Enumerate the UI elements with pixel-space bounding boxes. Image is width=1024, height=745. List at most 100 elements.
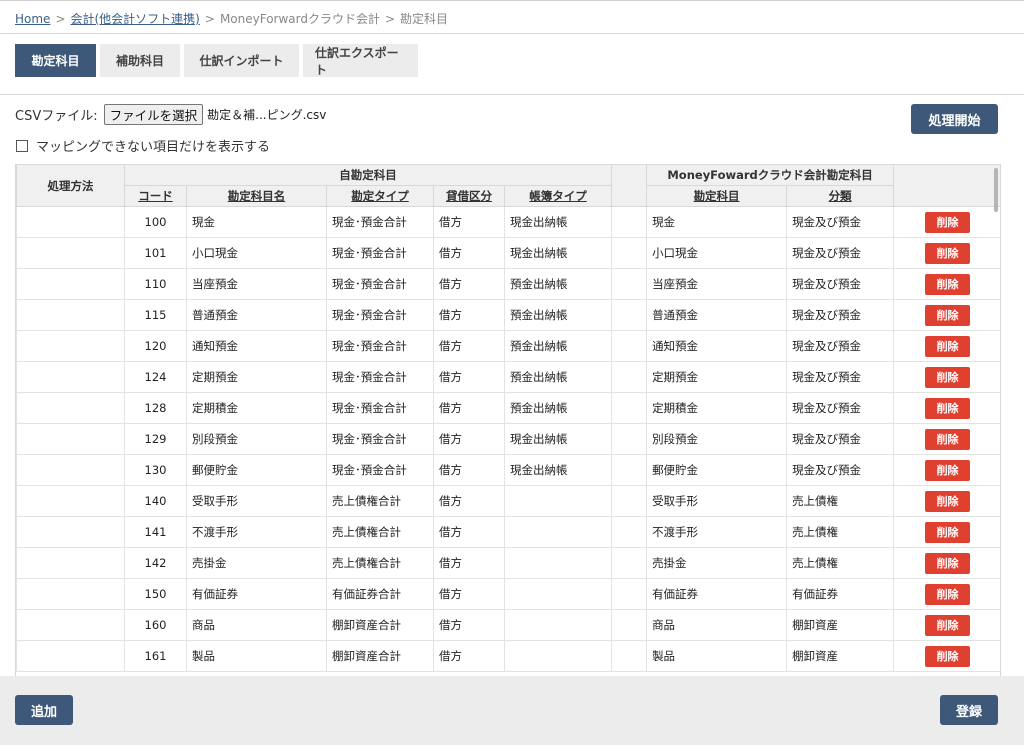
cell-book-type bbox=[503, 609, 613, 641]
cell-mf-account: 定期預金 bbox=[646, 361, 788, 393]
cell-debit-credit: 借方 bbox=[433, 299, 505, 331]
col-book-type[interactable]: 帳簿タイプ bbox=[503, 185, 613, 207]
cell-debit-credit: 借方 bbox=[433, 640, 505, 672]
table-row: 130 郵便貯金 現金･預金合計 借方 現金出納帳 郵便貯金 現金及び預金 削除 bbox=[16, 454, 1000, 486]
col-account-type[interactable]: 勘定タイプ bbox=[326, 185, 434, 207]
cell-book-type: 預金出納帳 bbox=[503, 330, 613, 362]
cell-account-name: 不渡手形 bbox=[186, 516, 327, 548]
cell-account-name: 小口現金 bbox=[186, 237, 327, 269]
file-name: 勘定＆補...ピング.csv bbox=[207, 108, 327, 122]
cell-mf-class: 売上債権 bbox=[786, 516, 895, 548]
delete-button[interactable]: 削除 bbox=[925, 242, 971, 264]
col-mf-account[interactable]: 勘定科目 bbox=[646, 185, 788, 207]
cell-mf-class: 棚卸資産 bbox=[786, 640, 895, 672]
file-select-button[interactable]: ファイルを選択 bbox=[103, 104, 204, 125]
cell-mf-class: 現金及び預金 bbox=[786, 454, 895, 486]
delete-button[interactable]: 削除 bbox=[925, 335, 971, 357]
cell-mf-account: 郵便貯金 bbox=[646, 454, 788, 486]
mapping-table: 処理方法 自勘定科目 MoneyFowardクラウド会計勘定科目 コード 勘定科… bbox=[16, 164, 1000, 672]
breadcrumb-separator: > bbox=[55, 12, 66, 26]
breadcrumb-separator: > bbox=[384, 12, 396, 26]
cell-book-type: 現金出納帳 bbox=[503, 206, 613, 238]
cell-account-type: 棚卸資産合計 bbox=[326, 640, 434, 672]
delete-button[interactable]: 削除 bbox=[925, 397, 971, 419]
cell-account-type: 売上債権合計 bbox=[326, 516, 434, 548]
table-row: 140 受取手形 売上債権合計 借方 受取手形 売上債権 削除 bbox=[16, 485, 1000, 517]
delete-button[interactable]: 削除 bbox=[925, 304, 971, 326]
cell-account-name: 製品 bbox=[186, 640, 327, 672]
cell-account-type: 現金･預金合計 bbox=[326, 423, 434, 455]
cell-account-name: 有価証券 bbox=[186, 578, 327, 610]
cell-book-type: 預金出納帳 bbox=[503, 361, 613, 393]
col-mf-class[interactable]: 分類 bbox=[786, 185, 895, 207]
cell-mf-class: 有価証券 bbox=[786, 578, 895, 610]
cell-debit-credit: 借方 bbox=[433, 206, 505, 238]
breadcrumb-accounting-link[interactable]: 会計(他会計ソフト連携) bbox=[71, 12, 200, 26]
add-button[interactable]: 追加 bbox=[15, 695, 73, 725]
table-row: 115 普通預金 現金･預金合計 借方 預金出納帳 普通預金 現金及び預金 削除 bbox=[16, 299, 1000, 331]
table-row: 128 定期積金 現金･預金合計 借方 預金出納帳 定期積金 現金及び預金 削除 bbox=[16, 392, 1000, 424]
cell-account-type: 売上債権合計 bbox=[326, 485, 434, 517]
delete-button[interactable]: 削除 bbox=[925, 583, 971, 605]
breadcrumb-home-link[interactable]: Home bbox=[15, 12, 50, 26]
cell-process-method bbox=[16, 268, 125, 300]
cell-actions: 削除 bbox=[893, 299, 1000, 331]
col-code[interactable]: コード bbox=[124, 185, 187, 207]
delete-button[interactable]: 削除 bbox=[925, 211, 971, 233]
cell-spacer bbox=[611, 640, 648, 672]
cell-process-method bbox=[16, 392, 125, 424]
unmapped-only-toggle[interactable]: マッピングできない項目だけを表示する bbox=[16, 136, 270, 155]
delete-button[interactable]: 削除 bbox=[925, 614, 971, 636]
cell-process-method bbox=[16, 578, 125, 610]
cell-spacer bbox=[611, 361, 648, 393]
table-row: 129 別段預金 現金･預金合計 借方 現金出納帳 別段預金 現金及び預金 削除 bbox=[16, 423, 1000, 455]
col-debit-credit[interactable]: 貸借区分 bbox=[433, 185, 505, 207]
cell-code: 142 bbox=[124, 547, 187, 579]
delete-button[interactable]: 削除 bbox=[925, 428, 971, 450]
cell-process-method bbox=[16, 423, 125, 455]
cell-account-type: 現金･預金合計 bbox=[326, 268, 434, 300]
cell-mf-account: 受取手形 bbox=[646, 485, 788, 517]
delete-button[interactable]: 削除 bbox=[925, 552, 971, 574]
cell-actions: 削除 bbox=[893, 640, 1000, 672]
delete-button[interactable]: 削除 bbox=[925, 366, 971, 388]
cell-process-method bbox=[16, 299, 125, 331]
cell-actions: 削除 bbox=[893, 516, 1000, 548]
cell-process-method bbox=[16, 516, 125, 548]
cell-mf-class: 棚卸資産 bbox=[786, 609, 895, 641]
cell-mf-class: 現金及び預金 bbox=[786, 361, 895, 393]
cell-actions: 削除 bbox=[893, 206, 1000, 238]
tab-sub-accounts[interactable]: 補助科目 bbox=[100, 44, 180, 77]
cell-spacer bbox=[611, 454, 648, 486]
delete-button[interactable]: 削除 bbox=[925, 490, 971, 512]
cell-book-type bbox=[503, 485, 613, 517]
col-account-name[interactable]: 勘定科目名 bbox=[186, 185, 327, 207]
table-scrollbar[interactable] bbox=[994, 168, 998, 212]
cell-mf-class: 現金及び預金 bbox=[786, 237, 895, 269]
cell-code: 115 bbox=[124, 299, 187, 331]
cell-code: 160 bbox=[124, 609, 187, 641]
group-mf-accounts: MoneyFowardクラウド会計勘定科目 bbox=[646, 164, 895, 186]
cell-account-type: 現金･預金合計 bbox=[326, 299, 434, 331]
register-button[interactable]: 登録 bbox=[940, 695, 998, 725]
delete-button[interactable]: 削除 bbox=[925, 521, 971, 543]
cell-code: 128 bbox=[124, 392, 187, 424]
cell-book-type: 預金出納帳 bbox=[503, 392, 613, 424]
mapping-table-container[interactable]: 処理方法 自勘定科目 MoneyFowardクラウド会計勘定科目 コード 勘定科… bbox=[15, 164, 1001, 676]
delete-button[interactable]: 削除 bbox=[925, 645, 971, 667]
cell-actions: 削除 bbox=[893, 237, 1000, 269]
cell-mf-class: 現金及び預金 bbox=[786, 423, 895, 455]
tab-accounts[interactable]: 勘定科目 bbox=[15, 44, 96, 77]
cell-account-name: 当座預金 bbox=[186, 268, 327, 300]
delete-button[interactable]: 削除 bbox=[925, 459, 971, 481]
delete-button[interactable]: 削除 bbox=[925, 273, 971, 295]
unmapped-only-checkbox[interactable] bbox=[16, 139, 28, 152]
cell-actions: 削除 bbox=[893, 609, 1000, 641]
cell-process-method bbox=[16, 640, 125, 672]
tab-journal-import[interactable]: 仕訳インポート bbox=[184, 44, 299, 77]
table-row: 160 商品 棚卸資産合計 借方 商品 棚卸資産 削除 bbox=[16, 609, 1000, 641]
cell-debit-credit: 借方 bbox=[433, 516, 505, 548]
tab-journal-export[interactable]: 仕訳エクスポート bbox=[303, 44, 418, 77]
cell-process-method bbox=[16, 330, 125, 362]
start-process-button[interactable]: 処理開始 bbox=[911, 104, 998, 134]
